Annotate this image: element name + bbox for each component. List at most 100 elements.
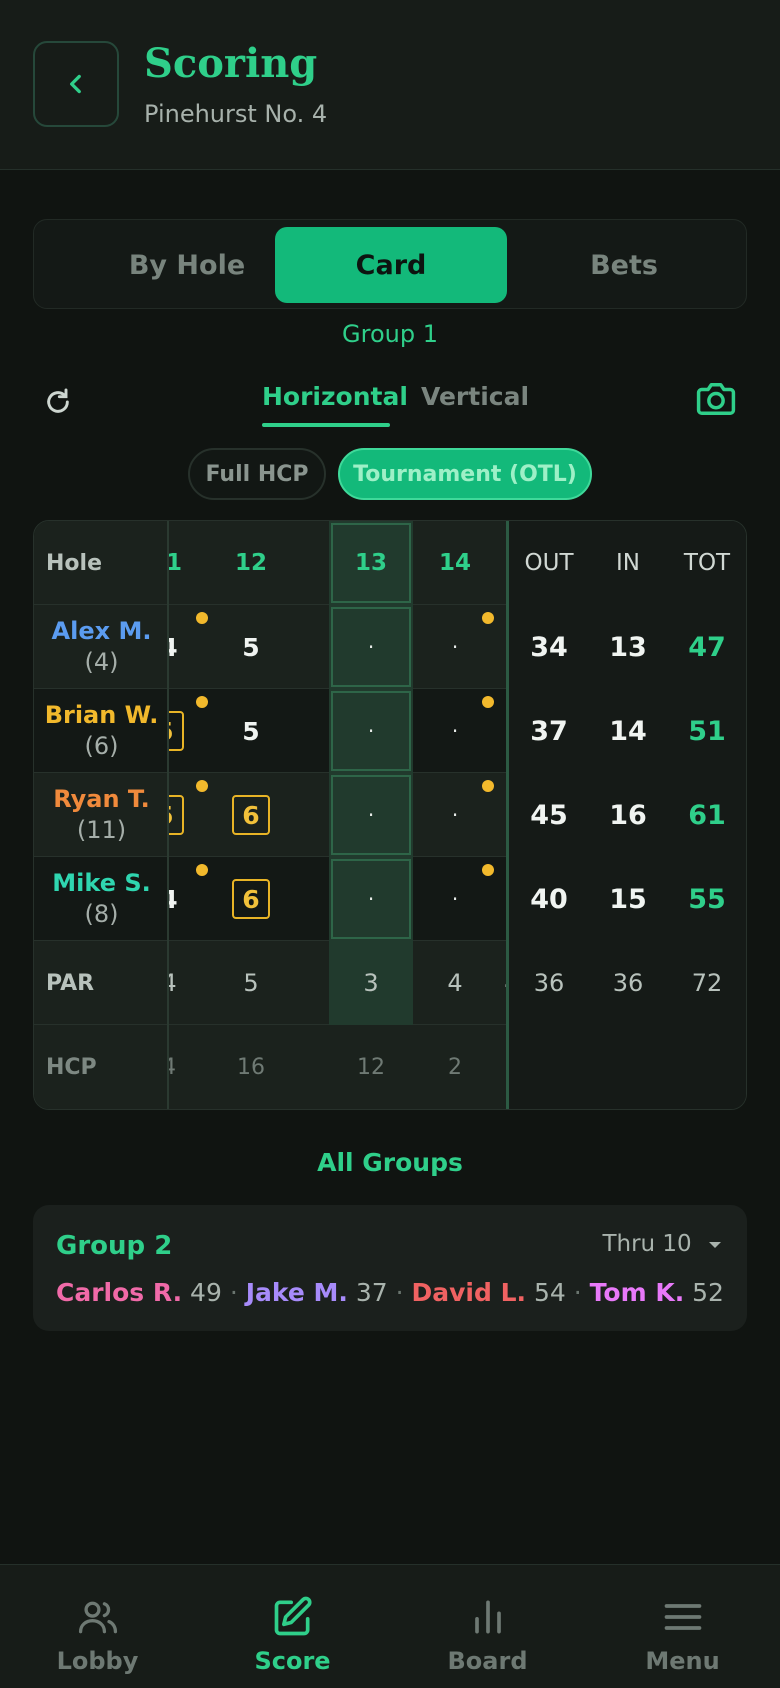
score-cell[interactable]: · [452, 635, 458, 659]
score-cell[interactable]: · [368, 719, 374, 743]
tab-horizontal[interactable]: Horizontal [262, 382, 408, 411]
page-title: Scoring [144, 40, 318, 87]
grand-total: 61 [688, 799, 726, 831]
out-total: 34 [530, 631, 568, 663]
hole-number: 12 [234, 550, 267, 576]
hcp-value: 12 [357, 1054, 385, 1080]
grand-total: 51 [688, 715, 726, 747]
score-cell[interactable]: · [452, 803, 458, 827]
hcp-label: HCP [46, 1054, 97, 1080]
player-score: 37 [355, 1278, 388, 1307]
hcp-value: 16 [237, 1054, 265, 1080]
group-card[interactable]: Group 2 Thru 10 Carlos R. 49 · Jake M. 3… [33, 1205, 747, 1331]
nav-label: Board [447, 1647, 528, 1675]
player-name: Ryan T. [53, 785, 150, 813]
bar-chart-icon [475, 1600, 501, 1634]
score-cell[interactable]: 4 [169, 885, 178, 914]
player-name: Alex M. [51, 617, 152, 645]
par-total: 72 [691, 969, 723, 997]
in-total: 13 [609, 631, 647, 663]
score-cell[interactable]: 6 [232, 795, 270, 835]
player-name: Carlos R. [56, 1278, 183, 1307]
player-cell[interactable]: Alex M. (4) [34, 605, 169, 689]
nav-board[interactable]: Board [390, 1565, 585, 1688]
stroke-dot [482, 780, 494, 792]
nav-label: Lobby [56, 1647, 139, 1675]
score-cell[interactable]: 6 [232, 879, 270, 919]
tot-header: TOT [683, 550, 731, 576]
separator: · [573, 1278, 582, 1307]
par-value: 4 [169, 969, 177, 997]
score-cell[interactable]: 5 [169, 711, 184, 751]
in-header: IN [616, 550, 640, 576]
nav-label: Menu [645, 1647, 720, 1675]
active-underline [262, 423, 390, 427]
caret-down-icon [709, 1241, 721, 1248]
edit-icon [274, 1596, 312, 1636]
out-total: 40 [530, 883, 568, 915]
score-cell[interactable]: 5 [242, 717, 259, 746]
separator: · [229, 1278, 238, 1307]
holes-scroll-area[interactable]: 1 12 13 14 1 4 5 · · · 5 5 · · · 5 6 · ·… [169, 521, 541, 1109]
nav-menu[interactable]: Menu [585, 1565, 780, 1688]
score-cell[interactable]: 5 [242, 633, 259, 662]
chevron-left-icon [70, 74, 81, 94]
tab-vertical[interactable]: Vertical [421, 382, 529, 411]
stroke-dot [482, 696, 494, 708]
menu-icon [664, 1604, 702, 1630]
score-cell[interactable]: · [452, 719, 458, 743]
stroke-dot [482, 612, 494, 624]
group-players: Carlos R. 49 · Jake M. 37 · David L. 54 … [56, 1278, 724, 1307]
player-column: Hole Alex M. (4) Brian W. (6) Ryan T. (1… [34, 521, 169, 1109]
par-value: 3 [363, 969, 379, 997]
tab-by-hole[interactable]: By Hole [71, 227, 303, 303]
refresh-icon[interactable] [42, 386, 74, 418]
in-total: 15 [609, 883, 647, 915]
out-total: 37 [530, 715, 568, 747]
all-groups-heading: All Groups [317, 1148, 463, 1177]
score-cell[interactable]: 5 [169, 795, 184, 835]
player-cell[interactable]: Brian W. (6) [34, 689, 169, 773]
hcp-value: 4 [169, 1055, 176, 1080]
stroke-dot [196, 696, 208, 708]
player-hcp: (8) [84, 900, 119, 928]
score-cell[interactable]: · [452, 887, 458, 911]
player-score: 52 [692, 1278, 724, 1307]
camera-icon[interactable] [695, 380, 737, 418]
back-button[interactable] [33, 41, 119, 127]
out-header: OUT [524, 550, 574, 576]
stroke-dot [482, 864, 494, 876]
in-total: 14 [609, 715, 647, 747]
hole-number: 13 [354, 550, 387, 576]
player-hcp: (6) [84, 732, 119, 760]
tab-card[interactable]: Card [275, 227, 507, 303]
stroke-dot [196, 864, 208, 876]
player-name: Mike S. [52, 869, 151, 897]
score-cell[interactable]: · [368, 635, 374, 659]
player-hcp: (4) [84, 648, 119, 676]
player-name: Jake M. [245, 1278, 348, 1307]
group-thru-dropdown[interactable]: Thru 10 [602, 1231, 723, 1257]
player-score: 49 [190, 1278, 222, 1307]
group-title: Group 2 [56, 1231, 173, 1261]
nav-lobby[interactable]: Lobby [0, 1565, 195, 1688]
player-cell[interactable]: Ryan T. (11) [34, 773, 169, 857]
nav-label: Score [254, 1647, 331, 1675]
hole-number: 14 [438, 550, 471, 576]
in-total: 16 [609, 799, 647, 831]
score-cell[interactable]: · [368, 803, 374, 827]
player-name: Brian W. [44, 701, 159, 729]
hole-label: Hole [46, 550, 102, 576]
hole-number: 1 [169, 550, 182, 576]
tournament-otl-chip[interactable]: Tournament (OTL) [338, 448, 592, 500]
nav-score[interactable]: Score [195, 1565, 390, 1688]
player-cell[interactable]: Mike S. (8) [34, 857, 169, 941]
stroke-dot [196, 780, 208, 792]
par-value: 4 [447, 969, 463, 997]
score-cell[interactable]: 4 [169, 633, 178, 662]
tab-bets[interactable]: Bets [508, 227, 740, 303]
par-value: 5 [243, 969, 259, 997]
score-cell[interactable]: · [368, 887, 374, 911]
full-hcp-chip[interactable]: Full HCP [188, 448, 326, 500]
course-name: Pinehurst No. 4 [144, 100, 328, 128]
